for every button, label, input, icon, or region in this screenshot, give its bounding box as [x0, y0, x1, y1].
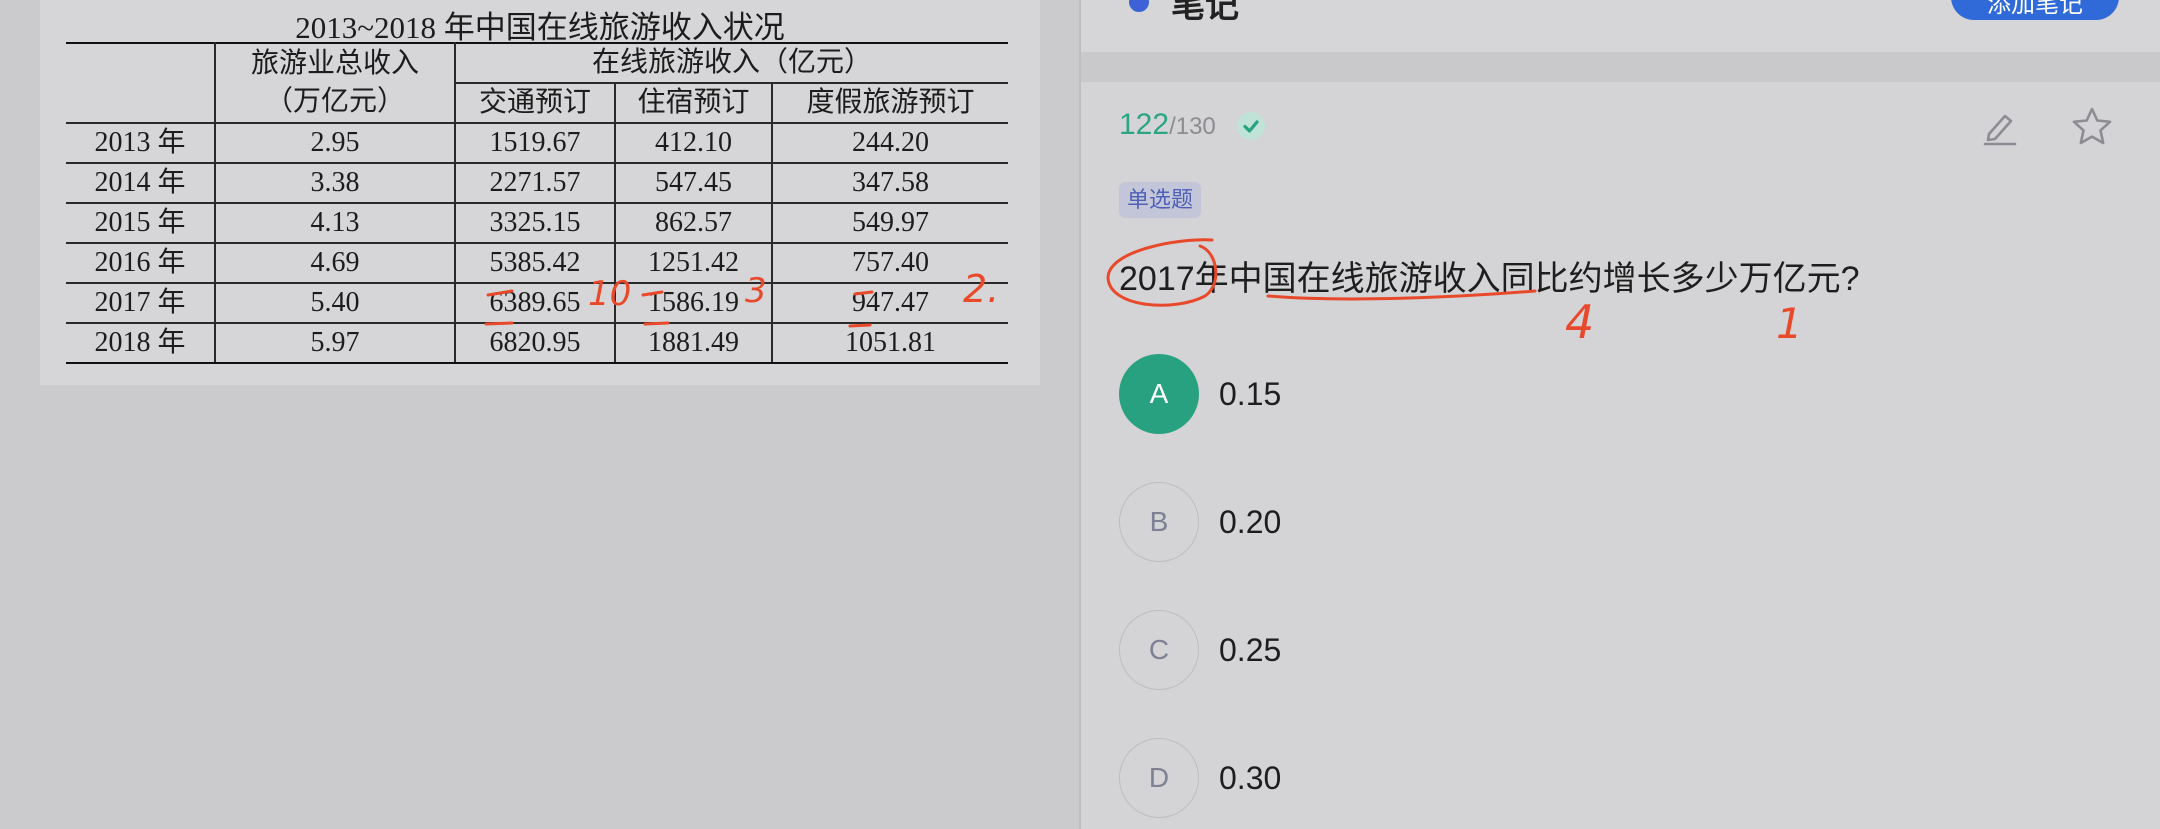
- cell-vacation: 1051.81: [771, 322, 1008, 364]
- cell-vacation: 757.40: [771, 242, 1008, 284]
- progress-current: 122: [1119, 108, 1170, 141]
- cell-transport: 6820.95: [454, 322, 616, 364]
- cell-lodging: 1586.19: [614, 282, 773, 324]
- option-text: 0.30: [1219, 760, 1282, 796]
- cell-year: 2013 年: [66, 122, 216, 164]
- corner-cell: [66, 42, 216, 124]
- check-icon: [1237, 112, 1265, 140]
- option-a[interactable]: A 0.15: [1119, 354, 2019, 436]
- notes-top-bar: 笔记 添加笔记: [1081, 0, 2160, 52]
- table-row: 2018 年 5.97 6820.95 1881.49 1051.81: [66, 322, 1008, 364]
- notes-avatar-icon: [1125, 0, 1153, 16]
- option-b[interactable]: B 0.20: [1119, 482, 2019, 564]
- option-text: 0.15: [1219, 376, 1282, 412]
- option-letter: D: [1119, 738, 1199, 818]
- cell-lodging: 412.10: [614, 122, 773, 164]
- cell-vacation: 347.58: [771, 162, 1008, 204]
- cell-total: 4.69: [214, 242, 456, 284]
- option-text: 0.20: [1219, 504, 1282, 540]
- cell-transport: 3325.15: [454, 202, 616, 244]
- header-vacation: 度假旅游预订: [771, 82, 1008, 124]
- option-text: 0.25: [1219, 632, 1282, 668]
- header-total-income-line1: 旅游业总收入: [250, 48, 419, 79]
- cell-lodging: 862.57: [614, 202, 773, 244]
- section-separator: [1081, 52, 2160, 82]
- cell-vacation: 947.47: [771, 282, 1008, 324]
- cell-year: 2018 年: [66, 322, 216, 364]
- cell-transport: 1519.67: [454, 122, 616, 164]
- cell-year: 2016 年: [66, 242, 216, 284]
- table-row: 2015 年 4.13 3325.15 862.57 549.97: [66, 202, 1008, 244]
- table-image: 2013~2018 年中国在线旅游收入状况 旅游业总收入 （万亿元） 在线旅游收…: [40, 0, 1040, 385]
- question-type-badge: 单选题: [1119, 182, 1202, 218]
- question-pane: 笔记 添加笔记 122/130 单选题 2017年中国在线旅游收入同比约增长多少…: [1081, 0, 2160, 829]
- cell-total: 5.40: [214, 282, 456, 324]
- cell-lodging: 547.45: [614, 162, 773, 204]
- cell-transport: 2271.57: [454, 162, 616, 204]
- option-letter: B: [1119, 482, 1199, 562]
- cell-lodging: 1881.49: [614, 322, 773, 364]
- cell-lodging: 1251.42: [614, 242, 773, 284]
- table-image-pane: 2013~2018 年中国在线旅游收入状况 旅游业总收入 （万亿元） 在线旅游收…: [0, 0, 1079, 829]
- table-row: 2017 年 5.40 6389.65 1586.19 947.47: [66, 282, 1008, 324]
- header-transport: 交通预订: [454, 82, 616, 124]
- header-online-group: 在线旅游收入（亿元）: [454, 42, 1008, 84]
- cell-year: 2014 年: [66, 162, 216, 204]
- option-letter: C: [1119, 610, 1199, 690]
- table-row: 2014 年 3.38 2271.57 547.45 347.58: [66, 162, 1008, 204]
- cell-total: 5.97: [214, 322, 456, 364]
- add-note-button[interactable]: 添加笔记: [1951, 0, 2119, 20]
- star-icon[interactable]: [2069, 104, 2115, 150]
- edit-icon[interactable]: [1979, 106, 2021, 148]
- cell-year: 2015 年: [66, 202, 216, 244]
- question-text: 2017年中国在线旅游收入同比约增长多少万亿元?: [1119, 260, 1860, 298]
- notes-label: 笔记: [1171, 0, 1239, 25]
- header-lodging: 住宿预订: [614, 82, 773, 124]
- cell-transport: 6389.65: [454, 282, 616, 324]
- cell-vacation: 244.20: [771, 122, 1008, 164]
- cell-transport: 5385.42: [454, 242, 616, 284]
- question-progress: 122/130: [1119, 108, 1216, 142]
- cell-total: 2.95: [214, 122, 456, 164]
- table-title: 2013~2018 年中国在线旅游收入状况: [295, 10, 785, 45]
- option-c[interactable]: C 0.25: [1119, 610, 2019, 692]
- cell-total: 3.38: [214, 162, 456, 204]
- cell-year: 2017 年: [66, 282, 216, 324]
- progress-total: /130: [1169, 113, 1216, 140]
- header-total-income: 旅游业总收入 （万亿元）: [214, 42, 456, 124]
- table-row: 2016 年 4.69 5385.42 1251.42 757.40: [66, 242, 1008, 284]
- option-letter: A: [1119, 354, 1199, 434]
- header-total-income-line2: （万亿元）: [264, 86, 405, 117]
- table-row: 2013 年 2.95 1519.67 412.10 244.20: [66, 122, 1008, 164]
- revenue-table: 旅游业总收入 （万亿元） 在线旅游收入（亿元） 交通预订 住宿预订 度假旅游预订…: [66, 42, 1008, 364]
- option-d[interactable]: D 0.30: [1119, 738, 2019, 820]
- cell-total: 4.13: [214, 202, 456, 244]
- cell-vacation: 549.97: [771, 202, 1008, 244]
